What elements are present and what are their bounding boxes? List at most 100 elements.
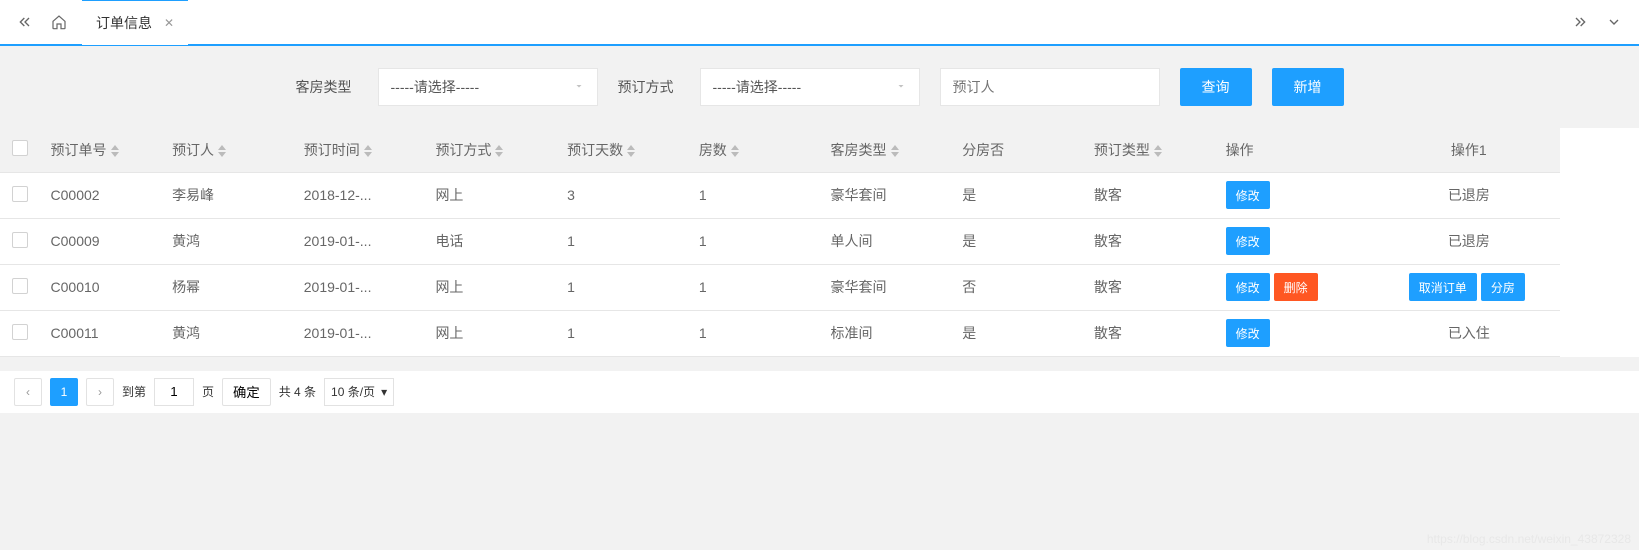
cell-action1: 已入住 <box>1378 310 1560 356</box>
col-assigned: 分房否 <box>952 128 1084 172</box>
status-text: 已退房 <box>1448 233 1490 249</box>
cell-time: 2018-12-... <box>294 172 426 218</box>
cell-action1: 取消订单分房 <box>1378 264 1560 310</box>
assign-button[interactable]: 分房 <box>1481 273 1525 301</box>
col-action1: 操作1 <box>1378 128 1560 172</box>
cell-time: 2019-01-... <box>294 264 426 310</box>
col-time[interactable]: 预订时间 <box>294 128 426 172</box>
status-text: 已入住 <box>1448 325 1490 341</box>
sort-icon <box>364 145 372 157</box>
cell-assigned: 是 <box>952 218 1084 264</box>
cell-days: 3 <box>557 172 689 218</box>
query-button[interactable]: 查询 <box>1180 68 1252 106</box>
page-1-button[interactable]: 1 <box>50 378 78 406</box>
row-checkbox[interactable] <box>12 278 28 294</box>
col-action: 操作 <box>1216 128 1378 172</box>
home-icon[interactable] <box>42 5 76 39</box>
cell-action: 修改 <box>1216 310 1378 356</box>
edit-button[interactable]: 修改 <box>1226 319 1270 347</box>
cell-method: 网上 <box>425 264 557 310</box>
edit-button[interactable]: 修改 <box>1226 273 1270 301</box>
col-days[interactable]: 预订天数 <box>557 128 689 172</box>
cell-action: 修改 <box>1216 172 1378 218</box>
table-row: C00010 杨幂 2019-01-... 网上 1 1 豪华套间 否 散客 修… <box>0 264 1560 310</box>
delete-button[interactable]: 删除 <box>1274 273 1318 301</box>
cell-order-no: C00002 <box>41 172 163 218</box>
cell-booking-type: 散客 <box>1084 264 1216 310</box>
cell-action1: 已退房 <box>1378 218 1560 264</box>
cell-method: 电话 <box>425 218 557 264</box>
cell-booking-type: 散客 <box>1084 172 1216 218</box>
watermark: https://blog.csdn.net/weixin_43872328 <box>1427 532 1631 546</box>
top-tab-bar: 订单信息 ✕ <box>0 0 1639 46</box>
cell-action: 修改删除 <box>1216 264 1378 310</box>
cell-booker: 杨幂 <box>162 264 294 310</box>
cell-order-no: C00010 <box>41 264 163 310</box>
row-checkbox[interactable] <box>12 232 28 248</box>
col-method[interactable]: 预订方式 <box>425 128 557 172</box>
room-type-value: -----请选择----- <box>391 77 480 97</box>
method-value: -----请选择----- <box>713 77 802 97</box>
table-row: C00002 李易峰 2018-12-... 网上 3 1 豪华套间 是 散客 … <box>0 172 1560 218</box>
chevron-down-icon <box>895 79 907 95</box>
cell-rooms: 1 <box>689 218 821 264</box>
cell-order-no: C00011 <box>41 310 163 356</box>
nav-forward-icon[interactable] <box>1563 5 1597 39</box>
nav-back-icon[interactable] <box>8 5 42 39</box>
tab-order-info[interactable]: 订单信息 ✕ <box>82 0 188 45</box>
chevron-down-icon <box>573 79 585 95</box>
orders-table: 预订单号 预订人 预订时间 预订方式 预订天数 房数 客房类型 分房否 预订类型… <box>0 128 1560 357</box>
pagination: ‹ 1 › 到第 页 确定 共 4 条 10 条/页▾ <box>0 371 1639 413</box>
tab-label: 订单信息 <box>96 13 152 33</box>
table-scroll[interactable]: 预订单号 预订人 预订时间 预订方式 预订天数 房数 客房类型 分房否 预订类型… <box>0 128 1639 357</box>
sort-icon <box>1154 145 1162 157</box>
edit-button[interactable]: 修改 <box>1226 227 1270 255</box>
cell-days: 1 <box>557 310 689 356</box>
cell-booker: 李易峰 <box>162 172 294 218</box>
page-size-select[interactable]: 10 条/页▾ <box>324 378 394 406</box>
col-rooms[interactable]: 房数 <box>689 128 821 172</box>
sort-icon <box>218 145 226 157</box>
table-row: C00011 黄鸿 2019-01-... 网上 1 1 标准间 是 散客 修改… <box>0 310 1560 356</box>
sort-icon <box>731 145 739 157</box>
cell-method: 网上 <box>425 172 557 218</box>
cell-rooms: 1 <box>689 264 821 310</box>
select-all-checkbox[interactable] <box>12 140 28 156</box>
col-booker[interactable]: 预订人 <box>162 128 294 172</box>
col-order-no[interactable]: 预订单号 <box>41 128 163 172</box>
next-page-button[interactable]: › <box>86 378 114 406</box>
add-button[interactable]: 新增 <box>1272 68 1344 106</box>
prev-page-button[interactable]: ‹ <box>14 378 42 406</box>
cancel-button[interactable]: 取消订单 <box>1409 273 1477 301</box>
cell-booker: 黄鸿 <box>162 218 294 264</box>
close-icon[interactable]: ✕ <box>164 16 174 30</box>
cell-time: 2019-01-... <box>294 218 426 264</box>
room-type-label: 客房类型 <box>296 77 352 97</box>
chevron-down-icon[interactable] <box>1597 5 1631 39</box>
cell-order-no: C00009 <box>41 218 163 264</box>
method-select[interactable]: -----请选择----- <box>700 68 920 106</box>
edit-button[interactable]: 修改 <box>1226 181 1270 209</box>
cell-assigned: 是 <box>952 310 1084 356</box>
cell-booking-type: 散客 <box>1084 310 1216 356</box>
horizontal-scrollbar[interactable] <box>0 357 1639 371</box>
sort-icon <box>627 145 635 157</box>
cell-rooms: 1 <box>689 172 821 218</box>
cell-assigned: 是 <box>952 172 1084 218</box>
col-room-type[interactable]: 客房类型 <box>821 128 953 172</box>
chevron-down-icon: ▾ <box>381 385 387 399</box>
goto-label: 到第 <box>122 383 146 400</box>
row-checkbox[interactable] <box>12 186 28 202</box>
cell-room-type: 标准间 <box>821 310 953 356</box>
room-type-select[interactable]: -----请选择----- <box>378 68 598 106</box>
cell-assigned: 否 <box>952 264 1084 310</box>
page-input[interactable] <box>154 378 194 406</box>
page-unit: 页 <box>202 383 214 400</box>
cell-room-type: 单人间 <box>821 218 953 264</box>
row-checkbox[interactable] <box>12 324 28 340</box>
page-confirm-button[interactable]: 确定 <box>222 378 271 406</box>
table-header-row: 预订单号 预订人 预订时间 预订方式 预订天数 房数 客房类型 分房否 预订类型… <box>0 128 1560 172</box>
booker-input[interactable] <box>940 68 1160 106</box>
sort-icon <box>495 145 503 157</box>
col-booking-type[interactable]: 预订类型 <box>1084 128 1216 172</box>
